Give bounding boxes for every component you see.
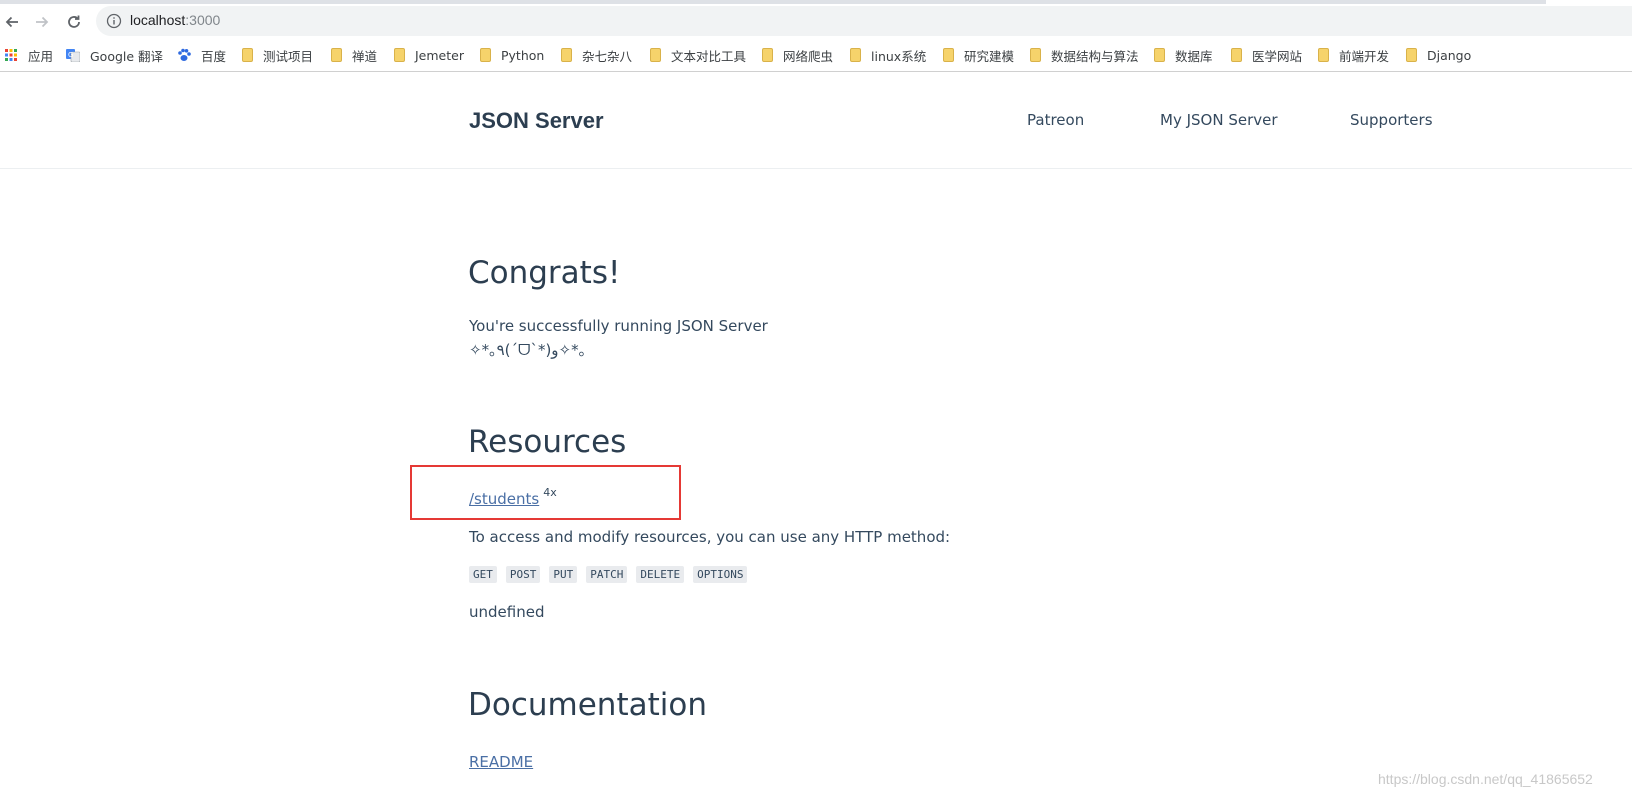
bookmark-label: 禅道 — [352, 48, 378, 64]
bookmark-label: 杂七杂八 — [582, 48, 633, 64]
folder-icon — [1154, 48, 1165, 62]
http-methods-list: GET POST PUT PATCH DELETE OPTIONS — [469, 566, 748, 583]
folder-icon — [1231, 48, 1242, 62]
http-method: DELETE — [636, 566, 685, 583]
congrats-emoticon: ✧*｡٩(ˊᗜˋ*)و✧*｡ — [469, 341, 587, 359]
http-method: PATCH — [586, 566, 628, 583]
bookmark-label: 文本对比工具 — [671, 48, 747, 64]
bookmark-folder[interactable]: 网络爬虫 — [762, 46, 833, 64]
bookmark-folder[interactable]: 文本对比工具 — [650, 46, 746, 64]
google-translate-icon: G — [66, 49, 80, 62]
bookmark-label: 网络爬虫 — [783, 48, 834, 64]
folder-icon — [943, 48, 954, 62]
documentation-heading: Documentation — [468, 687, 707, 723]
bookmark-folder[interactable]: linux系统 — [850, 46, 926, 64]
bookmark-label: 医学网站 — [1252, 48, 1303, 64]
resource-item: /students 4x — [469, 486, 557, 508]
undefined-text: undefined — [469, 603, 545, 621]
bookmark-label: 数据库 — [1175, 48, 1213, 64]
folder-icon — [1318, 48, 1329, 62]
http-method: PUT — [549, 566, 578, 583]
forward-button[interactable] — [30, 10, 54, 34]
bookmark-folder[interactable]: 数据库 — [1154, 46, 1213, 64]
nav-link-patreon[interactable]: Patreon — [1027, 111, 1084, 129]
back-button[interactable] — [0, 10, 24, 34]
readme-item: README — [469, 753, 533, 771]
url-text[interactable]: localhost:3000 — [130, 12, 220, 28]
bookmark-label: 应用 — [28, 48, 54, 64]
bookmark-label: 前端开发 — [1339, 48, 1390, 64]
url-host: localhost — [130, 12, 186, 28]
congrats-heading: Congrats! — [468, 255, 621, 291]
reload-icon — [68, 15, 80, 28]
folder-icon — [331, 48, 342, 62]
apps-grid-icon — [5, 49, 17, 61]
bookmark-folder[interactable]: 研究建模 — [943, 46, 1014, 64]
bookmark-folder[interactable]: 测试项目 — [242, 46, 313, 64]
resource-count: 4x — [543, 486, 557, 499]
bookmark-label: Python — [501, 47, 545, 63]
http-method: POST — [505, 566, 541, 583]
bookmark-label: 数据结构与算法 — [1051, 48, 1139, 64]
reload-button[interactable] — [62, 10, 86, 34]
bookmark-google-translate[interactable]: G Google 翻译 — [66, 46, 163, 64]
folder-icon — [1406, 48, 1417, 62]
folder-icon — [561, 48, 572, 62]
site-brand[interactable]: JSON Server — [469, 108, 604, 134]
site-header: JSON Server Patreon My JSON Server Suppo… — [0, 72, 1632, 169]
bookmark-folder[interactable]: 前端开发 — [1318, 46, 1389, 64]
bookmark-apps[interactable]: 应用 — [4, 46, 53, 64]
bookmark-label: Django — [1427, 47, 1472, 63]
watermark: https://blog.csdn.net/qq_41865652 — [1378, 771, 1593, 787]
resources-heading: Resources — [468, 424, 627, 460]
bookmark-baidu[interactable]: 百度 — [177, 46, 226, 64]
students-resource-link[interactable]: /students — [469, 490, 539, 508]
readme-link[interactable]: README — [469, 753, 533, 771]
bookmark-folder[interactable]: Jemeter — [394, 46, 464, 64]
bookmark-folder[interactable]: 医学网站 — [1231, 46, 1302, 64]
info-icon[interactable] — [106, 13, 122, 29]
back-arrow-icon — [5, 16, 18, 28]
folder-icon — [1030, 48, 1041, 62]
url-port: :3000 — [185, 12, 221, 28]
bookmark-label: 测试项目 — [263, 48, 314, 64]
bookmark-folder[interactable]: 杂七杂八 — [561, 46, 632, 64]
svg-text:G: G — [68, 51, 73, 59]
baidu-paw-icon — [178, 48, 191, 61]
http-method: GET — [469, 566, 497, 583]
bookmark-label: Google 翻译 — [90, 48, 164, 64]
bookmark-label: Jemeter — [415, 47, 464, 63]
congrats-text: You're successfully running JSON Server — [469, 317, 768, 335]
bookmark-folder[interactable]: 数据结构与算法 — [1030, 46, 1139, 64]
bookmark-label: 研究建模 — [964, 48, 1015, 64]
bookmark-label: 百度 — [201, 48, 227, 64]
nav-link-supporters[interactable]: Supporters — [1350, 111, 1433, 129]
forward-arrow-icon — [36, 16, 49, 28]
folder-icon — [650, 48, 661, 62]
bookmark-label: linux系统 — [871, 48, 927, 64]
bookmark-folder[interactable]: Django — [1406, 46, 1471, 64]
bookmark-folder[interactable]: Python — [480, 46, 544, 64]
nav-link-my-json-server[interactable]: My JSON Server — [1160, 111, 1278, 129]
bookmark-folder[interactable]: 禅道 — [331, 46, 377, 64]
bookmarks-bar: 应用 G Google 翻译 百度 测试项目 禅道 Jemeter Python… — [0, 38, 1632, 72]
folder-icon — [242, 48, 253, 62]
folder-icon — [480, 48, 491, 62]
access-text: To access and modify resources, you can … — [469, 528, 951, 546]
folder-icon — [762, 48, 773, 62]
folder-icon — [850, 48, 861, 62]
browser-toolbar: localhost:3000 — [0, 4, 1632, 38]
address-bar[interactable]: localhost:3000 — [96, 6, 1632, 36]
http-method: OPTIONS — [693, 566, 748, 583]
folder-icon — [394, 48, 405, 62]
